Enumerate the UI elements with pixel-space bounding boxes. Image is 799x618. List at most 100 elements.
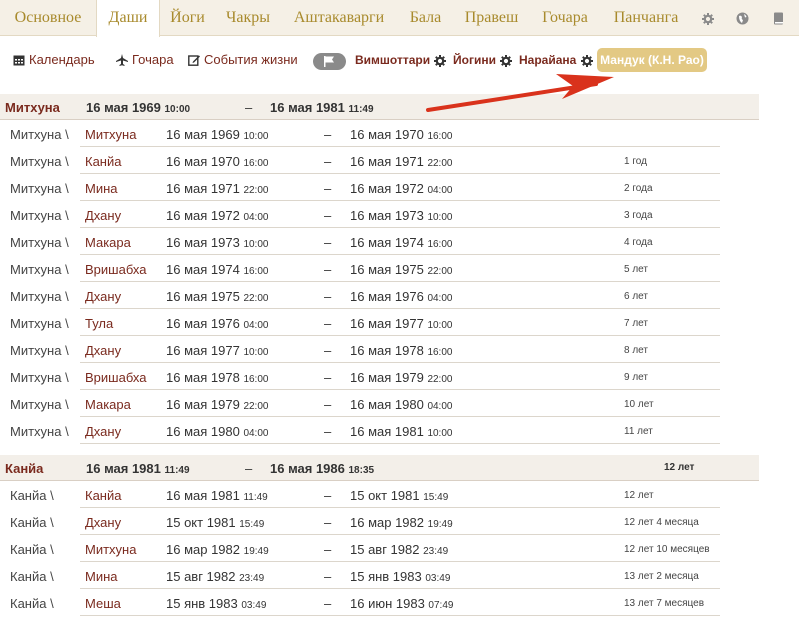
age-cell: 12 лет 4 месяца [624,517,699,528]
dash-cell: – [324,370,332,385]
maha-cell: Митхуна \ [10,424,69,439]
start-cell: 16 мая 1974 16:00 [166,262,269,277]
end-cell: 15 авг 1982 23:49 [350,542,449,557]
vimshottari-gear-icon[interactable] [434,55,446,67]
age-cell: 13 лет 2 месяца [624,571,699,582]
group-dash: – [245,100,253,115]
antar-link[interactable]: Дхану [85,424,121,439]
narayana-link[interactable]: Нарайана [519,53,576,67]
dash-cell: – [324,397,332,412]
table-row: Митхуна \ Мина 16 мая 1971 22:00 – 16 мая 19… [0,174,720,201]
table-row: Митхуна \ Тула 16 мая 1976 04:00 – 16 мая 19… [0,309,720,336]
end-cell: 16 мая 1977 10:00 [350,316,453,331]
tab-dashi[interactable]: Даши [96,0,160,37]
tab-pravesh[interactable]: Правеш [454,0,529,36]
age-cell: 13 лет 7 месяцев [624,598,705,609]
maha-cell: Митхуна \ [10,397,69,412]
maha-cell: Митхуна \ [10,262,69,277]
antar-link[interactable]: Макара [85,235,131,250]
start-cell: 16 мая 1977 10:00 [166,343,269,358]
antar-link[interactable]: Канйа [85,154,121,169]
plane-icon [116,54,128,66]
dash-cell: – [324,262,332,277]
maha-cell: Митхуна \ [10,208,69,223]
age-cell: 8 лет [624,345,648,356]
globe-icon[interactable] [726,0,759,36]
yogini-link[interactable]: Йогини [453,53,496,67]
antar-link[interactable]: Мина [85,569,118,584]
table-row: Митхуна \ Дхану 16 мая 1975 22:00 – 16 мая 1… [0,282,720,309]
flag-toggle-button[interactable] [313,53,346,70]
antar-link[interactable]: Вришабха [85,370,146,385]
end-cell: 16 мая 1973 10:00 [350,208,453,223]
antar-link[interactable]: Дхану [85,343,121,358]
dash-cell: – [324,208,332,223]
antar-link[interactable]: Тула [85,316,113,331]
start-cell: 15 авг 1982 23:49 [166,569,265,584]
life-events-link[interactable]: События жизни [188,52,298,67]
end-cell: 16 мая 1979 22:00 [350,370,453,385]
antar-link[interactable]: Макара [85,397,131,412]
manduk-button[interactable]: Мандук (К.Н. Рао) [597,48,707,72]
tab-osnovnoe[interactable]: Основное [0,0,96,36]
table-row: Митхуна \ Дхану 16 мая 1972 04:00 – 16 мая 1… [0,201,720,228]
antar-link[interactable]: Дхану [85,515,121,530]
table-row: Канйа \ Дхану 15 окт 1981 15:49 – 16 мар 198… [0,508,720,535]
book-icon[interactable] [762,0,795,36]
antar-link[interactable]: Дхану [85,289,121,304]
maha-cell: Митхуна \ [10,289,69,304]
end-cell: 16 июн 1983 07:49 [350,596,454,611]
start-cell: 15 окт 1981 15:49 [166,515,265,530]
gochara-label: Гочара [132,52,174,67]
antar-link[interactable]: Митхуна [85,127,136,142]
tab-bala[interactable]: Бала [397,0,454,36]
gear-icon[interactable] [691,0,724,36]
gochara-link[interactable]: Гочара [116,52,174,67]
antar-link[interactable]: Мина [85,181,118,196]
dash-cell: – [324,569,332,584]
start-cell: 16 мая 1972 04:00 [166,208,269,223]
end-cell: 16 мая 1971 22:00 [350,154,453,169]
calendar-label: Календарь [29,52,95,67]
table-row: Митхуна \ Вришабха 16 мая 1974 16:00 – 16 ма… [0,255,720,282]
age-cell: 10 лет [624,399,654,410]
antar-link[interactable]: Вришабха [85,262,146,277]
group-start: 16 мая 1969 10:00 [86,100,191,115]
tab-ashtakavargi[interactable]: Аштакаварги [281,0,397,36]
calendar-link[interactable]: Календарь [13,52,95,67]
end-cell: 15 окт 1981 15:49 [350,488,449,503]
life-events-label: События жизни [204,52,298,67]
start-cell: 16 мая 1981 11:49 [166,488,268,503]
maha-cell: Митхуна \ [10,127,69,142]
age-cell: 5 лет [624,264,648,275]
table-row: Канйа \ Канйа 16 мая 1981 11:49 – 15 окт 198… [0,481,720,508]
narayana-gear-icon[interactable] [581,55,593,67]
antar-link[interactable]: Митхуна [85,542,136,557]
tab-gochara[interactable]: Гочара [529,0,601,36]
end-cell: 16 мая 1972 04:00 [350,181,453,196]
vimshottari-link[interactable]: Вимшоттари [355,53,430,67]
age-cell: 1 год [624,156,647,167]
start-cell: 16 мая 1975 22:00 [166,289,269,304]
antar-link[interactable]: Меша [85,596,121,611]
tab-yogi[interactable]: Йоги [160,0,215,36]
dash-cell: – [324,289,332,304]
dash-cell: – [324,316,332,331]
table-row: Канйа \ Митхуна 16 мар 1982 19:49 – 15 авг 1… [0,535,720,562]
maha-cell: Митхуна \ [10,370,69,385]
group-start: 16 мая 1981 11:49 [86,461,190,476]
end-cell: 16 мая 1974 16:00 [350,235,453,250]
group-dash: – [245,461,253,476]
maha-cell: Канйа \ [10,515,54,530]
maha-cell: Канйа \ [10,596,54,611]
tab-panchanga[interactable]: Панчанга [601,0,691,36]
table-row: Канйа \ Меша 15 янв 1983 03:49 – 16 июн 1983… [0,589,720,616]
tab-chakry[interactable]: Чакры [215,0,281,36]
yogini-gear-icon[interactable] [500,55,512,67]
age-cell: 7 лет [624,318,648,329]
antar-link[interactable]: Канйа [85,488,121,503]
maha-cell: Митхуна \ [10,181,69,196]
age-cell: 12 лет [624,490,654,501]
antar-link[interactable]: Дхану [85,208,121,223]
dash-cell: – [324,424,332,439]
